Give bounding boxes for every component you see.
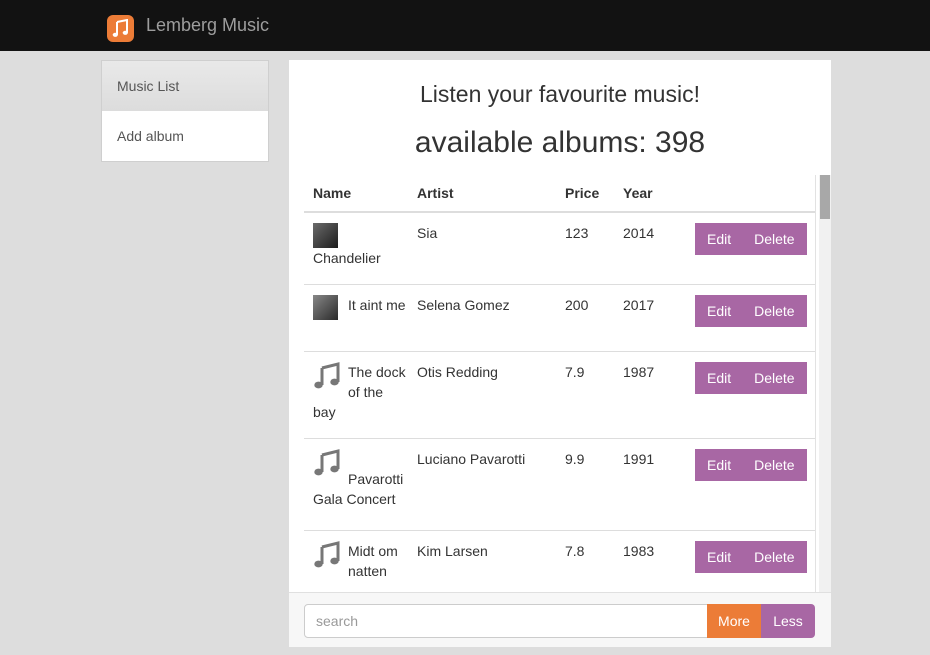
album-artist: Sia <box>408 212 556 285</box>
album-actions: Edit Delete <box>686 438 815 531</box>
album-price: 200 <box>556 284 614 352</box>
table-row: It aint me Selena Gomez 200 2017 Edit De… <box>304 284 815 352</box>
table-row: Midt om natten Kim Larsen 7.8 1983 Edit … <box>304 530 815 592</box>
album-name-cell: The dock of the bay <box>304 351 408 439</box>
album-artist: Otis Redding <box>408 351 556 439</box>
table-scroll-area: Name Artist Price Year Chandelier Sia 12… <box>304 175 816 592</box>
album-actions: Edit Delete <box>686 284 815 352</box>
album-actions: Edit Delete <box>686 212 815 285</box>
album-year: 1991 <box>614 438 686 531</box>
album-name: Chandelier <box>313 250 381 266</box>
row-actions: Edit Delete <box>695 223 815 255</box>
album-artist: Selena Gomez <box>408 284 556 352</box>
main-panel: Listen your favourite music! available a… <box>289 60 831 647</box>
column-header-actions <box>686 175 815 213</box>
album-price: 9.9 <box>556 438 614 531</box>
sidebar-item-music-list[interactable]: Music List <box>102 61 268 111</box>
album-name: Midt om natten <box>348 542 398 579</box>
column-header-artist: Artist <box>408 175 556 213</box>
album-name: It aint me <box>348 296 406 313</box>
albums-count: available albums: 398 <box>414 126 706 159</box>
table-scrollbar[interactable] <box>819 175 831 592</box>
table-header-row: Name Artist Price Year <box>304 175 815 213</box>
album-name-cell: Chandelier <box>304 212 408 285</box>
album-cover-image <box>313 223 338 248</box>
sidebar: Music List Add album <box>101 60 269 162</box>
delete-button[interactable]: Delete <box>743 223 807 255</box>
album-cover-image <box>313 294 338 320</box>
album-actions: Edit Delete <box>686 351 815 439</box>
table-row: The dock of the bay Otis Redding 7.9 198… <box>304 351 815 439</box>
delete-button[interactable]: Delete <box>743 540 807 573</box>
column-header-name: Name <box>304 175 408 213</box>
album-price: 7.9 <box>556 351 614 439</box>
table-row: Pavarotti Gala Concert Luciano Pavarotti… <box>304 438 815 531</box>
less-button[interactable]: Less <box>761 604 815 638</box>
album-year: 1983 <box>614 530 686 592</box>
delete-button[interactable]: Delete <box>743 361 807 394</box>
navbar: Lemberg Music <box>0 0 930 51</box>
column-header-year: Year <box>614 175 686 213</box>
music-note-icon <box>314 361 340 388</box>
album-name-cell: Pavarotti Gala Concert <box>304 438 408 531</box>
search-bar: More Less <box>289 592 831 647</box>
edit-button[interactable]: Edit <box>695 448 744 481</box>
column-header-price: Price <box>556 175 614 213</box>
album-price: 123 <box>556 212 614 285</box>
page-title: Listen your favourite music! <box>420 81 700 107</box>
table-container: Name Artist Price Year Chandelier Sia 12… <box>304 175 831 592</box>
album-actions: Edit Delete <box>686 530 815 592</box>
more-button[interactable]: More <box>707 604 761 638</box>
edit-button[interactable]: Edit <box>695 223 744 255</box>
music-note-icon <box>314 448 340 475</box>
album-artist: Kim Larsen <box>408 530 556 592</box>
delete-button[interactable]: Delete <box>743 294 807 327</box>
table-row: Chandelier Sia 123 2014 Edit Delete <box>304 212 815 285</box>
row-actions: Edit Delete <box>695 294 815 327</box>
row-actions: Edit Delete <box>695 540 815 573</box>
albums-table: Name Artist Price Year Chandelier Sia 12… <box>304 175 815 592</box>
row-actions: Edit Delete <box>695 448 815 481</box>
delete-button[interactable]: Delete <box>743 448 807 481</box>
album-year: 2017 <box>614 284 686 352</box>
album-artist: Luciano Pavarotti <box>408 438 556 531</box>
music-note-icon <box>314 540 340 567</box>
scrollbar-thumb[interactable] <box>820 175 830 219</box>
sidebar-item-add-album[interactable]: Add album <box>102 111 268 161</box>
album-price: 7.8 <box>556 530 614 592</box>
edit-button[interactable]: Edit <box>695 361 744 394</box>
album-year: 1987 <box>614 351 686 439</box>
album-year: 2014 <box>614 212 686 285</box>
search-input[interactable] <box>304 604 708 638</box>
edit-button[interactable]: Edit <box>695 540 744 573</box>
brand-name[interactable]: Lemberg Music <box>146 14 269 36</box>
album-name-cell: It aint me <box>304 284 408 352</box>
album-name-cell: Midt om natten <box>304 530 408 592</box>
music-note-icon[interactable] <box>107 15 134 42</box>
edit-button[interactable]: Edit <box>695 294 744 327</box>
row-actions: Edit Delete <box>695 361 815 394</box>
